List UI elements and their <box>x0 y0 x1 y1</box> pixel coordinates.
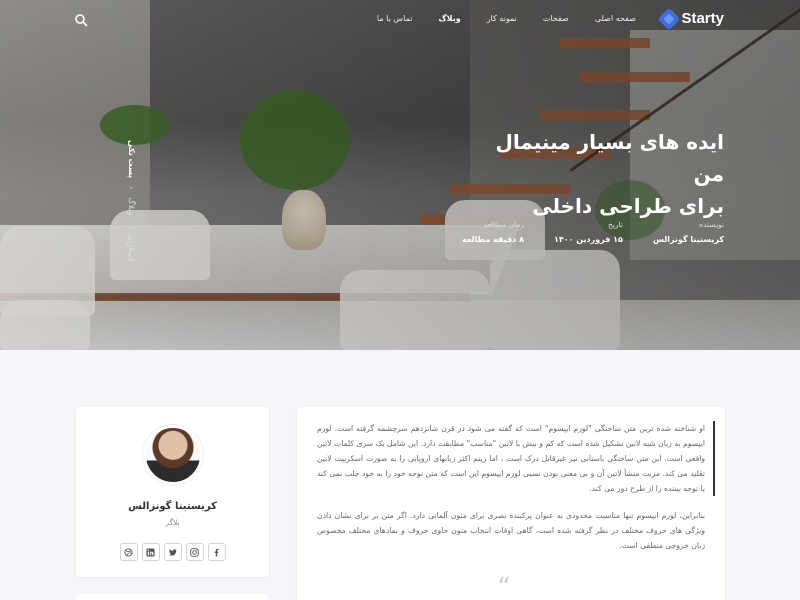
site-logo[interactable]: Starty <box>658 7 724 30</box>
meta-date-label: تاریخ <box>608 220 623 229</box>
article-paragraph: او شناخته شده ترین متن ساختگی "لورم ایپس… <box>317 421 715 496</box>
instagram-icon[interactable] <box>185 543 204 561</box>
linkedin-icon[interactable] <box>141 543 160 561</box>
meta-reading-time-label: زمان مطالعه <box>483 220 524 229</box>
meta-reading-time: زمان مطالعه ۸ دقیقه مطالعه <box>462 220 524 244</box>
author-role: بلاگر <box>165 518 180 527</box>
meta-author: نویسنده کریستینا گونزالس <box>653 220 724 244</box>
menu-item-home[interactable]: صفحه اصلی <box>595 14 636 23</box>
meta-date: تاریخ ۱۵ فروردین ۱۴۰۰ <box>554 220 623 244</box>
author-socials <box>76 543 269 561</box>
menu-item-pages[interactable]: صفحات <box>543 14 569 23</box>
meta-date-value: ۱۵ فروردین ۱۴۰۰ <box>553 235 623 244</box>
meta-author-value[interactable]: کریستینا گونزالس <box>653 235 724 244</box>
author-avatar <box>142 425 203 485</box>
logo-icon <box>658 7 681 30</box>
hero-banner: Starty صفحه اصلی صفحات نمونه کار وبلاگ ت… <box>0 0 800 350</box>
twitter-icon[interactable] <box>163 543 182 561</box>
menu-item-blog[interactable]: وبلاگ <box>438 14 460 23</box>
main-menu: صفحه اصلی صفحات نمونه کار وبلاگ تماس با … <box>377 14 636 23</box>
breadcrumb-current: پست تکی <box>127 140 136 179</box>
breadcrumb-home[interactable]: استارتی <box>127 235 136 262</box>
author-card: کریستینا گونزالس بلاگر <box>76 407 269 577</box>
breadcrumb-blog[interactable]: وبلاگ <box>127 197 136 215</box>
post-meta: نویسنده کریستینا گونزالس تاریخ ۱۵ فروردی… <box>462 220 724 244</box>
post-title-line1: ایده های بسیار مینیمال من <box>495 130 724 186</box>
logo-text: Starty <box>681 10 724 27</box>
meta-reading-time-value: ۸ دقیقه مطالعه <box>462 235 524 244</box>
dribbble-icon[interactable] <box>119 543 138 561</box>
breadcrumb-separator-icon: ‹ <box>127 223 136 227</box>
top-navigation: Starty صفحه اصلی صفحات نمونه کار وبلاگ ت… <box>0 0 800 40</box>
article-paragraph: بنابراین، لورم ایپسوم تنها مناسبت محدودی… <box>317 511 705 550</box>
facebook-icon[interactable] <box>207 543 226 561</box>
breadcrumb-separator-icon: ‹ <box>127 186 136 190</box>
meta-author-label: نویسنده <box>699 220 724 229</box>
menu-item-contact[interactable]: تماس با ما <box>377 14 413 23</box>
quote-icon: “ <box>497 573 511 600</box>
menu-item-portfolio[interactable]: نمونه کار <box>487 14 517 23</box>
search-icon[interactable] <box>74 12 88 27</box>
article-body: او شناخته شده ترین متن ساختگی "لورم ایپس… <box>297 407 725 600</box>
post-title: ایده های بسیار مینیمال من برای طراحی داخ… <box>464 126 724 222</box>
breadcrumb: استارتی ‹ وبلاگ ‹ پست تکی <box>122 140 136 262</box>
sidebar-card-next <box>76 594 269 600</box>
post-title-line2: برای طراحی داخلی <box>532 194 724 218</box>
author-name[interactable]: کریستینا گونزالس <box>76 501 269 512</box>
